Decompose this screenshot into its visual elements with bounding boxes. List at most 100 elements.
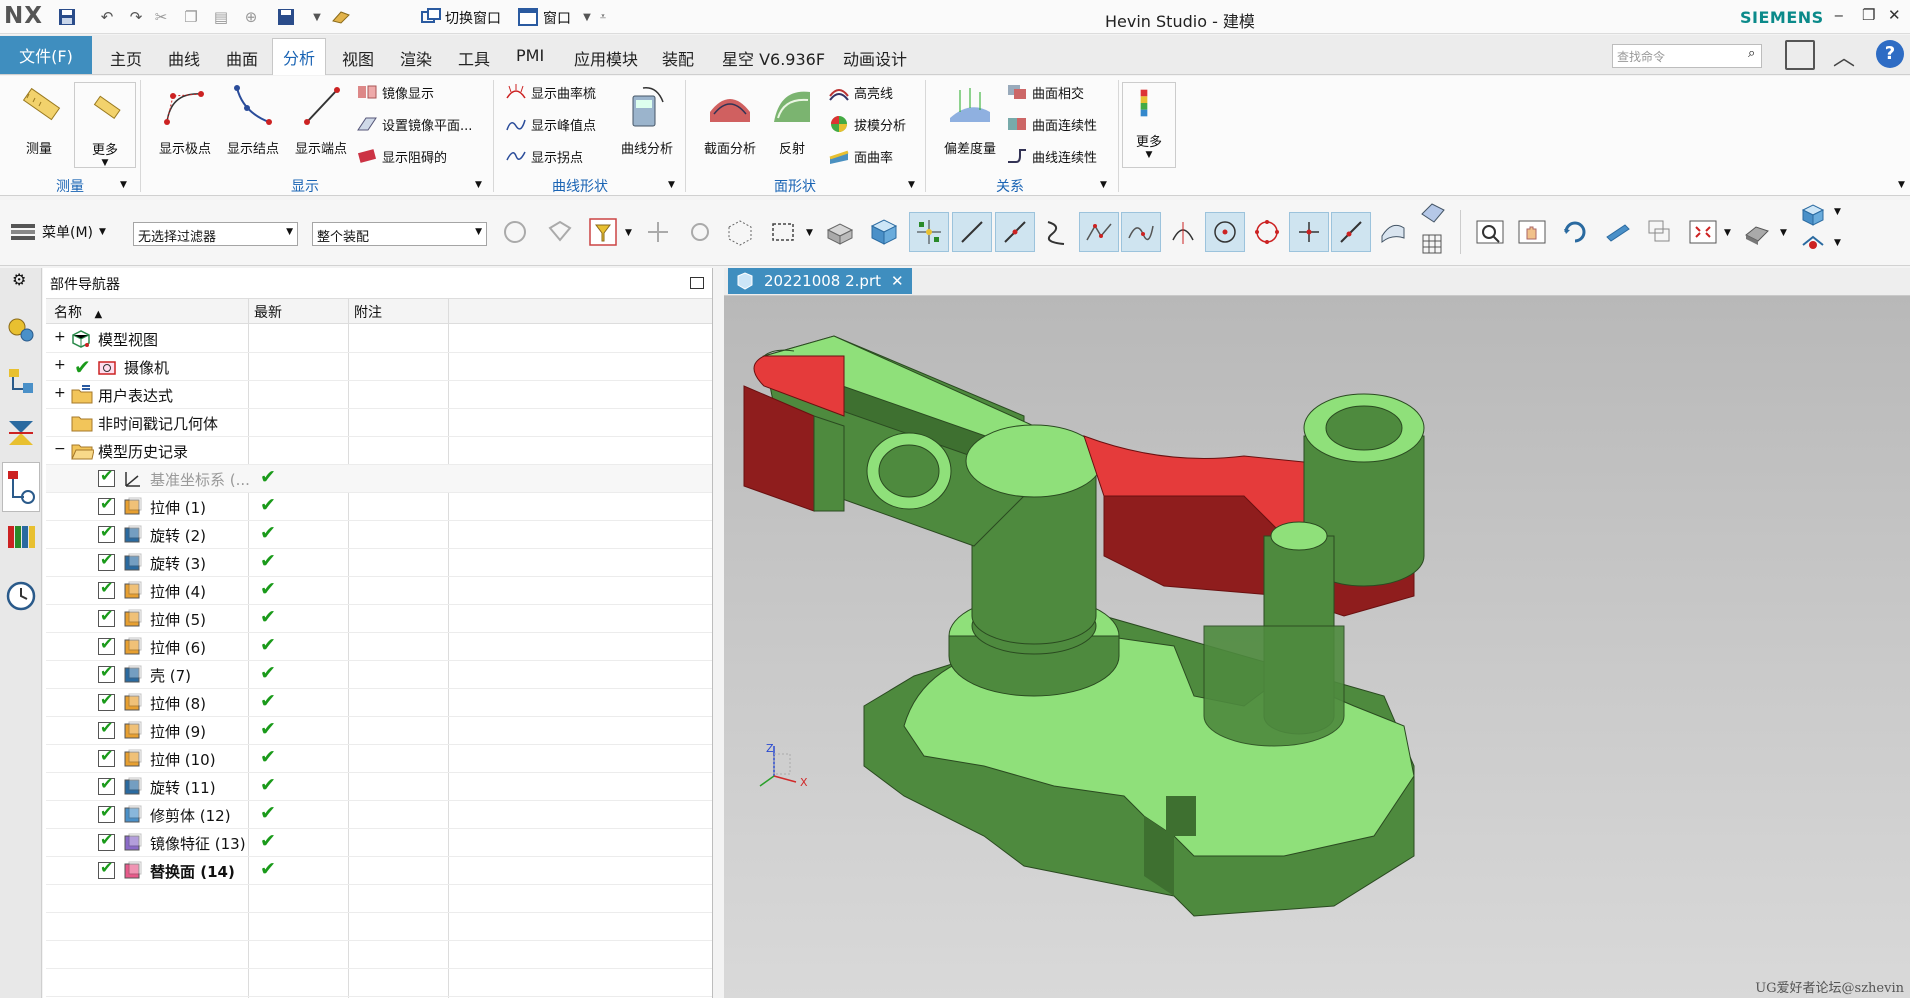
maximize-panel-icon[interactable] xyxy=(690,277,704,289)
tab-assembly[interactable]: 装配 xyxy=(662,46,694,70)
feature-checkbox[interactable]: ✔ xyxy=(98,578,115,599)
snap-point-on-face-icon[interactable] xyxy=(1289,212,1329,252)
curve-analysis-button[interactable]: 曲线分析 xyxy=(612,82,682,157)
face-intersection-button[interactable]: 曲面相交 xyxy=(1006,81,1084,103)
fit-dropdown-icon[interactable]: ▼ xyxy=(1724,228,1731,238)
pan-hand-icon[interactable] xyxy=(1512,212,1552,252)
document-tab[interactable]: 20221008 2.prt ✕ xyxy=(728,268,912,294)
perspective-icon[interactable] xyxy=(1598,212,1638,252)
copy-icon[interactable]: ❐ xyxy=(180,6,202,28)
rotate-view-icon[interactable] xyxy=(1555,212,1595,252)
tab-analysis[interactable]: 分析 xyxy=(272,38,327,75)
part-navigator-tab[interactable] xyxy=(2,462,40,512)
feature-row[interactable]: ✔ 拉伸 (6) ✔ xyxy=(46,633,712,661)
show-knots-button[interactable]: 显示结点 xyxy=(218,82,288,157)
select-feature-icon[interactable] xyxy=(495,212,535,252)
expand-toggle[interactable]: + xyxy=(54,329,66,345)
snap-tangent-icon[interactable] xyxy=(1163,212,1203,252)
mirror-display-button[interactable]: 镜像显示 xyxy=(356,81,434,103)
snap-arc-center-icon[interactable] xyxy=(1205,212,1245,252)
customize-qa-icon[interactable]: ⩡ xyxy=(592,6,614,28)
collapse-ribbon-icon[interactable]: ︿ xyxy=(1833,40,1855,72)
peak-points-button[interactable]: 显示峰值点 xyxy=(505,113,596,135)
tab-render[interactable]: 渲染 xyxy=(400,46,432,70)
window-icon[interactable] xyxy=(517,6,539,28)
feature-checkbox[interactable]: ✔ xyxy=(98,746,115,767)
feature-checkbox[interactable]: ✔ xyxy=(98,634,115,655)
tab-xingkong[interactable]: 星空 V6.936F xyxy=(722,46,825,70)
measure-button[interactable]: 测量 xyxy=(8,82,70,157)
feature-checkbox[interactable]: ✔ xyxy=(98,606,115,627)
resource-settings-icon[interactable]: ⚙ xyxy=(12,270,26,289)
reflection-button[interactable]: 反射 xyxy=(760,82,824,157)
restore-button[interactable]: ❐ xyxy=(1862,6,1875,24)
collapse-toggle[interactable]: − xyxy=(54,441,66,457)
tab-view[interactable]: 视图 xyxy=(342,46,374,70)
selection-filter-dropdown[interactable]: 无选择过滤器 ▼ xyxy=(133,222,298,246)
deviation-gauge-button[interactable]: 偏差度量 xyxy=(932,82,1008,157)
feature-row[interactable]: ✔ 拉伸 (4) ✔ xyxy=(46,577,712,605)
window-menu-button[interactable]: 窗口 xyxy=(543,8,571,28)
assembly-navigator-icon[interactable] xyxy=(5,313,37,345)
feature-checkbox[interactable]: ✔ xyxy=(98,522,115,543)
feature-row[interactable]: ✔ 修剪体 (12) ✔ xyxy=(46,801,712,829)
feature-checkbox[interactable]: ✔ xyxy=(98,662,115,683)
inflections-button[interactable]: 显示拐点 xyxy=(505,145,583,167)
save-as-icon[interactable] xyxy=(275,6,297,28)
feature-row[interactable]: ✔ 替换面 (14) ✔ xyxy=(46,857,712,885)
feature-row[interactable]: ✔ 旋转 (3) ✔ xyxy=(46,549,712,577)
solid-body-icon[interactable] xyxy=(820,212,860,252)
redo-icon[interactable]: ↷ xyxy=(125,6,147,28)
paste-special-icon[interactable]: ⊕ xyxy=(240,6,262,28)
wireframe-box-icon[interactable] xyxy=(720,212,760,252)
feature-row[interactable]: ✔ 镜像特征 (13) ✔ xyxy=(46,829,712,857)
save-icon[interactable] xyxy=(56,6,78,28)
reuse-library-icon[interactable] xyxy=(5,417,37,449)
curvature-comb-button[interactable]: 显示曲率梳 xyxy=(505,81,596,103)
snap-control-point-icon[interactable] xyxy=(1036,212,1076,252)
group-curve-shape-dropdown-icon[interactable]: ▼ xyxy=(668,180,675,190)
feature-checkbox[interactable]: ✔ xyxy=(98,802,115,823)
feature-row[interactable]: ✔ 基准坐标系 (... ✔ xyxy=(46,465,712,493)
snap-bounded-grid-icon[interactable] xyxy=(1331,212,1371,252)
expand-toggle[interactable]: + xyxy=(54,385,66,401)
file-menu-button[interactable]: 文件(F) xyxy=(0,36,92,74)
general-selection-icon[interactable] xyxy=(540,212,580,252)
dropdown-icon[interactable]: ▼ xyxy=(306,6,328,28)
tab-animation[interactable]: 动画设计 xyxy=(843,46,907,70)
grid-icon[interactable] xyxy=(1420,232,1446,260)
highlight-lines-button[interactable]: 高亮线 xyxy=(828,81,893,103)
feature-checkbox[interactable]: ✔ xyxy=(98,466,115,487)
feature-row[interactable]: ✔ 拉伸 (9) ✔ xyxy=(46,717,712,745)
zoom-window-icon[interactable] xyxy=(1470,212,1510,252)
display-edges-icon[interactable] xyxy=(1800,233,1826,259)
snap-point-icon[interactable] xyxy=(638,212,678,252)
column-comment[interactable]: 附注 xyxy=(354,302,382,324)
feature-checkbox[interactable]: ✔ xyxy=(98,858,115,879)
full-screen-icon[interactable] xyxy=(1785,40,1815,70)
display-edges-dropdown-icon[interactable]: ▼ xyxy=(1834,238,1841,248)
snap-quadrant-icon[interactable] xyxy=(1247,212,1287,252)
filter-dropdown-icon[interactable]: ▼ xyxy=(625,228,632,238)
draft-analysis-button[interactable]: 拔模分析 xyxy=(828,113,906,135)
feature-row[interactable]: ✔ 拉伸 (10) ✔ xyxy=(46,745,712,773)
minimize-button[interactable]: ‒ xyxy=(1834,6,1844,24)
orient-view-icon[interactable] xyxy=(1640,212,1680,252)
view-triad-small-icon[interactable] xyxy=(1420,202,1446,230)
curve-continuity-button[interactable]: 曲线连续性 xyxy=(1006,145,1097,167)
feature-checkbox[interactable]: ✔ xyxy=(98,718,115,739)
feature-row[interactable]: ✔ 拉伸 (8) ✔ xyxy=(46,689,712,717)
cut-icon[interactable]: ✂ xyxy=(150,6,172,28)
view-cube-dropdown-icon[interactable]: ▼ xyxy=(1834,207,1841,217)
column-name[interactable]: 名称 ▲ xyxy=(54,302,102,324)
paste-icon[interactable]: ▤ xyxy=(210,6,232,28)
view-cube-icon[interactable] xyxy=(1800,203,1826,231)
snap-on-curve-icon[interactable] xyxy=(1121,212,1161,252)
measure-more-button[interactable]: 更多 ▼ xyxy=(74,82,136,168)
feature-row[interactable]: ✔ 拉伸 (5) ✔ xyxy=(46,605,712,633)
tab-curve[interactable]: 曲线 xyxy=(168,46,200,70)
fit-view-icon[interactable] xyxy=(1683,212,1723,252)
show-poles-button[interactable]: 显示极点 xyxy=(150,82,220,157)
rectangle-select-icon[interactable] xyxy=(763,212,803,252)
render-style-icon[interactable] xyxy=(1737,212,1777,252)
